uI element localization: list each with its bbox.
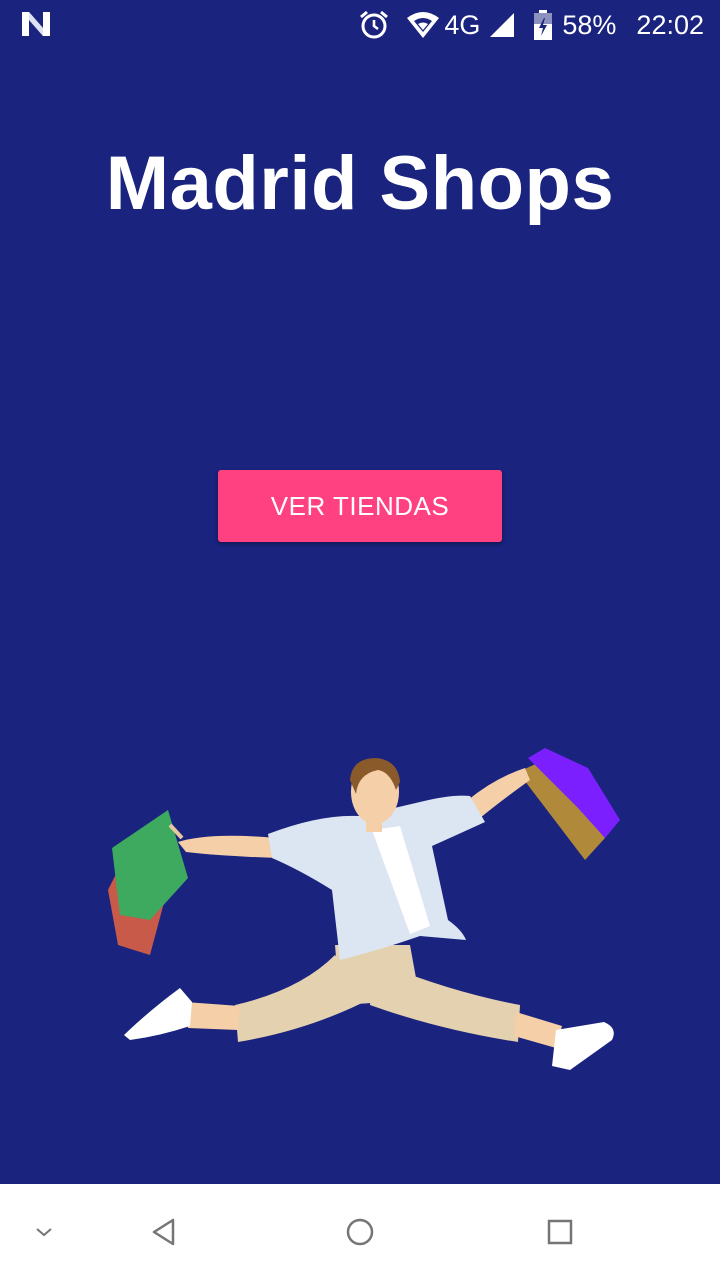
notification-n-icon xyxy=(20,10,52,38)
alarm-icon xyxy=(358,9,390,41)
app-screen: 4G 58% 22:02 Madrid Shops VER TIENDAS xyxy=(0,0,720,1280)
collapse-chevron-icon[interactable] xyxy=(14,1202,74,1262)
green-bag-shape xyxy=(112,810,188,920)
recents-icon[interactable] xyxy=(530,1202,590,1262)
right-shoe-shape xyxy=(552,1022,614,1070)
clock: 22:02 xyxy=(636,9,704,40)
battery-percent: 58% xyxy=(562,9,617,40)
ver-tiendas-button[interactable]: VER TIENDAS xyxy=(218,470,502,542)
jumping-shopper-illustration xyxy=(0,730,720,1090)
signal-icon xyxy=(488,11,516,39)
battery-icon xyxy=(534,10,553,40)
back-icon[interactable] xyxy=(134,1202,194,1262)
app-title: Madrid Shops xyxy=(105,141,615,226)
status-bar: 4G 58% 22:02 xyxy=(0,0,720,50)
network-type: 4G xyxy=(444,9,481,40)
left-shoe-shape xyxy=(124,988,192,1040)
home-icon[interactable] xyxy=(330,1202,390,1262)
wifi-icon xyxy=(406,11,440,39)
status-right: 4G 58% 22:02 xyxy=(358,0,704,50)
navigation-bar xyxy=(0,1184,720,1280)
